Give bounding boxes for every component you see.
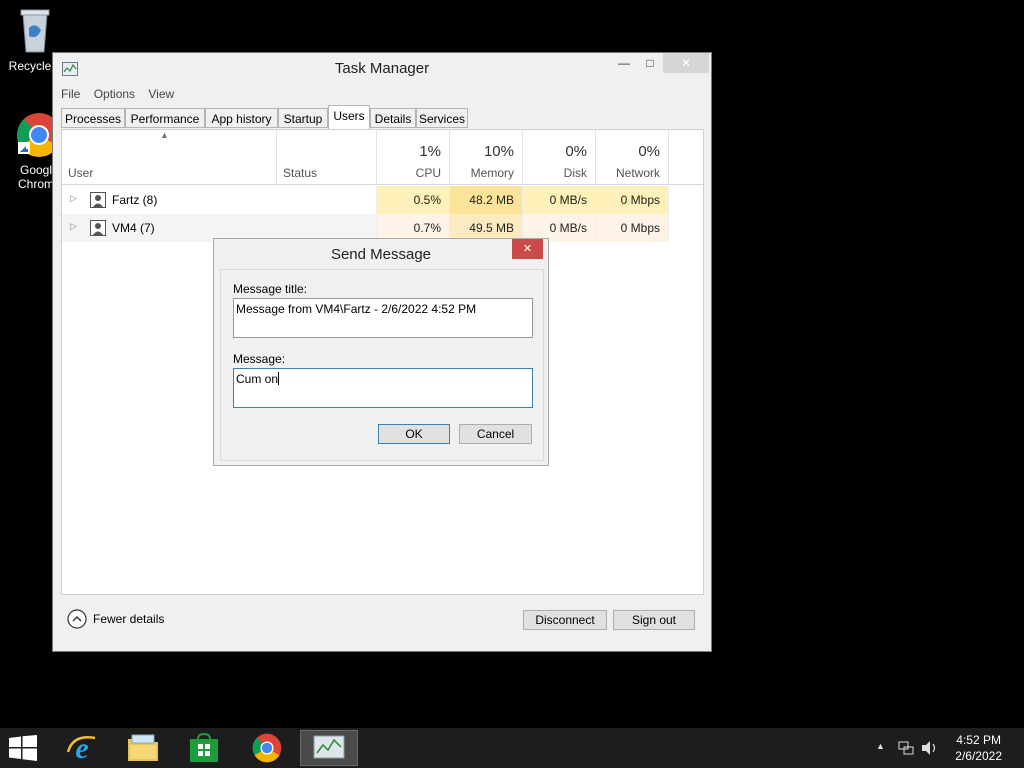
taskbar: e ▲ 4:52 PM 2/6/2022 <box>0 728 1024 768</box>
sort-ascending-icon: ▲ <box>160 130 169 140</box>
column-header-cpu[interactable]: 1% CPU <box>377 130 450 184</box>
memory-value: 48.2 MB <box>450 186 523 214</box>
task-manager-icon <box>313 735 345 759</box>
column-label-status: Status <box>283 166 318 180</box>
footer: Fewer details Disconnect Sign out <box>61 601 704 641</box>
title-bar[interactable]: Task Manager — □ ✕ <box>53 53 711 83</box>
memory-total-percent: 10% <box>483 143 514 160</box>
menu-bar: File Options View <box>61 84 184 104</box>
disconnect-button[interactable]: Disconnect <box>523 610 607 630</box>
taskbar-internet-explorer[interactable]: e <box>55 730 109 766</box>
column-label-cpu: CPU <box>415 166 441 180</box>
desktop-icon-recycle-bin[interactable]: Recycle <box>0 6 60 73</box>
column-label-user: User <box>68 166 94 180</box>
tab-users[interactable]: Users <box>328 105 370 129</box>
dialog-title: Send Message <box>330 246 432 263</box>
column-header-user[interactable]: ▲ User <box>62 130 277 184</box>
tab-startup[interactable]: Startup <box>278 108 328 128</box>
network-total-percent: 0% <box>638 143 660 160</box>
dialog-body: Message title: Message from VM4\Fartz - … <box>220 269 544 461</box>
column-label-network: Network <box>615 166 660 180</box>
message-title-label: Message title: <box>233 282 308 296</box>
tab-performance[interactable]: Performance <box>125 108 205 128</box>
message-text: Cum on <box>236 372 279 386</box>
network-icon[interactable] <box>898 740 914 756</box>
tab-details[interactable]: Details <box>370 108 416 128</box>
text-cursor <box>278 372 280 385</box>
ok-button[interactable]: OK <box>378 424 450 444</box>
taskbar-file-explorer[interactable] <box>116 730 170 766</box>
column-label-memory: Memory <box>470 166 514 180</box>
cpu-value: 0.5% <box>377 186 450 214</box>
column-header-memory[interactable]: 10% Memory <box>450 130 523 184</box>
chevron-up-circle-icon <box>67 609 87 629</box>
message-label: Message: <box>233 352 286 366</box>
column-header-disk[interactable]: 0% Disk <box>523 130 596 184</box>
show-hidden-icons-icon[interactable]: ▲ <box>876 741 885 751</box>
user-avatar-icon <box>90 220 106 236</box>
column-header-status[interactable]: Status <box>277 130 377 184</box>
clock-time: 4:52 PM <box>956 733 1001 747</box>
sign-out-button[interactable]: Sign out <box>613 610 695 630</box>
system-clock[interactable]: 4:52 PM 2/6/2022 <box>955 732 1002 764</box>
desktop-icon-label: Recycle <box>8 59 52 73</box>
start-button[interactable] <box>6 734 40 762</box>
fewer-details-label: Fewer details <box>93 612 165 626</box>
windows-logo-icon <box>9 735 37 761</box>
close-button[interactable]: ✕ <box>663 53 709 73</box>
taskbar-store[interactable] <box>177 730 231 766</box>
tab-processes[interactable]: Processes <box>61 108 125 128</box>
dialog-close-button[interactable]: ✕ <box>512 239 543 259</box>
tab-app-history[interactable]: App history <box>205 108 278 128</box>
disk-value: 0 MB/s <box>523 186 596 214</box>
clock-date: 2/6/2022 <box>955 749 1002 763</box>
minimize-button[interactable]: — <box>611 53 637 73</box>
send-message-dialog: Send Message ✕ Message title: Message fr… <box>213 238 549 466</box>
disk-total-percent: 0% <box>565 143 587 160</box>
taskbar-chrome[interactable] <box>240 730 294 766</box>
menu-file[interactable]: File <box>61 84 80 104</box>
taskbar-task-manager[interactable] <box>300 730 358 766</box>
user-name: VM4 (7) <box>112 221 155 235</box>
maximize-button[interactable]: □ <box>637 53 663 73</box>
store-icon <box>190 733 218 762</box>
internet-explorer-icon: e <box>66 732 96 764</box>
volume-icon[interactable] <box>921 740 939 756</box>
user-avatar-icon <box>90 192 106 208</box>
chrome-icon <box>252 733 282 763</box>
user-status <box>277 186 377 214</box>
header-divider <box>62 184 703 185</box>
expand-chevron-icon[interactable]: ▷ <box>70 221 77 232</box>
cpu-total-percent: 1% <box>419 143 441 160</box>
folder-icon <box>128 734 158 761</box>
message-title-input[interactable]: Message from VM4\Fartz - 2/6/2022 4:52 P… <box>233 298 533 338</box>
cancel-button[interactable]: Cancel <box>459 424 532 444</box>
column-label-disk: Disk <box>563 166 587 180</box>
recycle-bin-icon <box>20 9 50 53</box>
user-name: Fartz (8) <box>112 193 158 207</box>
column-header-network[interactable]: 0% Network <box>596 130 669 184</box>
expand-chevron-icon[interactable]: ▷ <box>70 193 77 204</box>
tab-services[interactable]: Services <box>416 108 468 128</box>
table-row[interactable]: ▷ Fartz (8) 0.5% 48.2 MB 0 MB/s 0 Mbps <box>62 186 669 214</box>
menu-options[interactable]: Options <box>94 84 135 104</box>
network-value: 0 Mbps <box>596 214 669 242</box>
message-input[interactable]: Cum on <box>233 368 533 408</box>
menu-view[interactable]: View <box>148 84 174 104</box>
network-value: 0 Mbps <box>596 186 669 214</box>
